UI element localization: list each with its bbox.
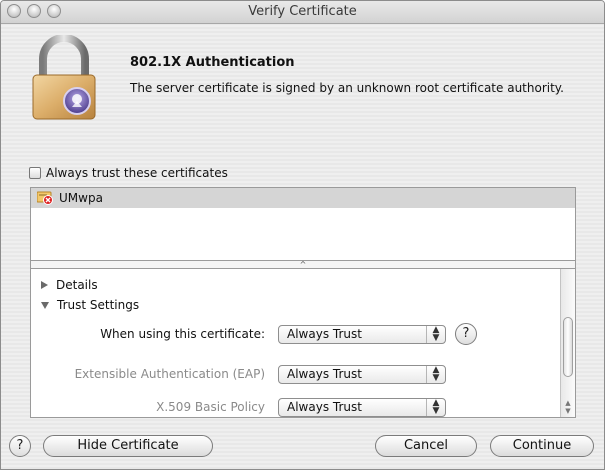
details-label: Details [56, 278, 98, 292]
title-bar: Verify Certificate [1, 1, 604, 24]
dialog-message: The server certificate is signed by an u… [130, 81, 564, 95]
list-item[interactable]: UMwpa [31, 188, 575, 208]
always-trust-checkbox[interactable] [29, 167, 41, 179]
popup-arrows-icon: ▲ ▼ [426, 399, 445, 416]
details-scrollbar[interactable]: ▲ ▼ [560, 269, 575, 417]
certificate-name: UMwpa [59, 191, 103, 205]
eap-label: Extensible Authentication (EAP) [74, 367, 265, 381]
trust-help-button[interactable]: ? [455, 323, 477, 345]
cancel-button[interactable]: Cancel [375, 435, 477, 457]
help-button[interactable]: ? [9, 435, 31, 457]
trust-settings-disclosure[interactable]: Trust Settings [41, 298, 139, 312]
when-using-popup[interactable]: Always Trust ▲ ▼ [278, 325, 446, 344]
when-using-value: Always Trust [287, 327, 362, 341]
verify-certificate-window: Verify Certificate 802.1X Authentication… [0, 0, 605, 470]
certificate-error-icon [36, 191, 53, 205]
disclosure-down-icon [41, 301, 49, 309]
hide-certificate-button[interactable]: Hide Certificate [43, 435, 213, 457]
popup-arrows-icon: ▲ ▼ [426, 326, 445, 343]
eap-popup[interactable]: Always Trust ▲ ▼ [278, 365, 446, 384]
disclosure-right-icon [41, 281, 48, 289]
dialog-heading: 802.1X Authentication [130, 55, 295, 70]
continue-button[interactable]: Continue [490, 435, 594, 457]
lock-icon [32, 35, 96, 120]
pane-splitter[interactable]: ^ [30, 261, 576, 269]
when-using-label: When using this certificate: [100, 327, 265, 341]
eap-value: Always Trust [287, 367, 362, 381]
scroll-arrows-icon[interactable]: ▲ ▼ [561, 399, 575, 415]
details-disclosure[interactable]: Details [41, 278, 98, 292]
x509-popup[interactable]: Always Trust ▲ ▼ [278, 398, 446, 417]
x509-label: X.509 Basic Policy [156, 400, 265, 414]
always-trust-label: Always trust these certificates [46, 166, 228, 180]
x509-value: Always Trust [287, 400, 362, 414]
trust-settings-label: Trust Settings [57, 298, 140, 312]
popup-arrows-icon: ▲ ▼ [426, 366, 445, 383]
certificate-list[interactable]: UMwpa [30, 187, 576, 261]
always-trust-checkbox-row[interactable]: Always trust these certificates [29, 166, 228, 180]
window-title: Verify Certificate [248, 4, 357, 19]
certificate-details-pane: Details Trust Settings When using this c… [30, 268, 576, 418]
scrollbar-thumb[interactable] [563, 317, 573, 377]
